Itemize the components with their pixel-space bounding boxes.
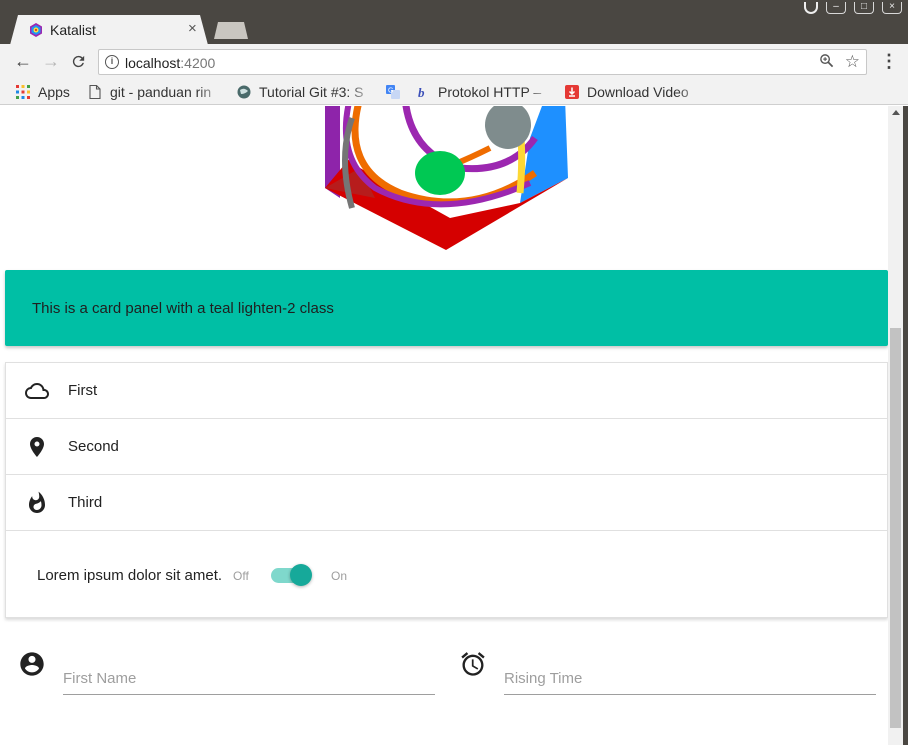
- profile-icon[interactable]: [804, 2, 818, 14]
- bookmark-star-icon[interactable]: ☆: [845, 52, 860, 72]
- katalist-favicon-icon: [30, 23, 42, 37]
- window-frame-edge: [903, 106, 908, 745]
- collection-item-first[interactable]: First: [6, 363, 887, 419]
- address-bar[interactable]: i localhost:4200 ☆: [98, 49, 867, 75]
- rising-time-input[interactable]: [504, 663, 876, 695]
- fire-icon: [29, 491, 45, 513]
- forward-arrow-icon[interactable]: →: [42, 52, 60, 70]
- bookmark-label: Apps: [38, 84, 70, 100]
- page-viewport: This is a card panel with a teal lighten…: [0, 106, 888, 745]
- close-window-icon[interactable]: ×: [882, 2, 902, 14]
- browser-titlebar: Katalist × – □ ×: [0, 0, 908, 45]
- collection-item-third[interactable]: Third: [6, 475, 887, 531]
- info-icon[interactable]: i: [105, 55, 119, 69]
- bookmarks-bar: Apps git - panduan rin Tutorial Git #3: …: [0, 80, 908, 105]
- collection-item-second[interactable]: Second: [6, 419, 887, 475]
- switch-toggle[interactable]: [290, 564, 312, 586]
- globe-icon: [237, 85, 251, 99]
- scrollbar-thumb[interactable]: [890, 328, 901, 728]
- zoom-icon[interactable]: [819, 53, 834, 68]
- browser-toolbar: ← → i localhost:4200 ☆ ⋮: [0, 44, 908, 80]
- tab-close-icon[interactable]: ×: [188, 20, 197, 37]
- collection-item-label: Second: [68, 438, 119, 455]
- menu-kebab-icon[interactable]: ⋮: [880, 52, 898, 70]
- collection-item-label: Third: [68, 494, 103, 511]
- bookmark-label: Tutorial Git #3: S: [259, 84, 364, 100]
- download-red-icon: [565, 85, 579, 99]
- bookmark-git-panduan[interactable]: git - panduan rin: [88, 82, 224, 102]
- rising-time-field: [459, 646, 879, 698]
- tab-title: Katalist: [50, 22, 96, 38]
- location-pin-icon: [30, 437, 44, 457]
- first-name-input[interactable]: [63, 663, 435, 695]
- katalist-logo: [325, 106, 568, 250]
- url-text[interactable]: localhost:4200: [125, 55, 215, 71]
- cloud-icon: [25, 383, 49, 399]
- bold-b-icon: b: [418, 85, 425, 99]
- bookmark-label: Protokol HTTP –: [438, 84, 542, 100]
- bookmark-tutorial-git[interactable]: Tutorial Git #3: S: [237, 82, 375, 102]
- bookmark-protokol-http[interactable]: b Protokol HTTP –: [416, 82, 554, 102]
- first-name-field: [18, 646, 438, 698]
- bookmark-apps[interactable]: Apps: [16, 82, 78, 102]
- card-panel: This is a card panel with a teal lighten…: [5, 270, 888, 346]
- svg-text:G: G: [388, 88, 393, 95]
- scroll-up-arrow-icon[interactable]: [892, 110, 900, 115]
- collection-item-label: First: [68, 382, 98, 399]
- apps-grid-icon: [16, 85, 30, 99]
- card-panel-text: This is a card panel with a teal lighten…: [32, 300, 334, 317]
- switch-on-label: On: [331, 569, 348, 583]
- bookmark-label: git - panduan rin: [110, 84, 212, 100]
- alarm-clock-icon: [461, 652, 485, 676]
- reload-icon[interactable]: [70, 53, 87, 70]
- translate-icon: G: [386, 85, 400, 99]
- switch-off-label: Off: [233, 569, 249, 583]
- switch-row: Lorem ipsum dolor sit amet. Off On: [6, 532, 887, 618]
- collection-list: First Second Third Lorem ipsum dolor sit…: [5, 362, 888, 618]
- window-controls: – □ ×: [804, 2, 902, 16]
- bookmark-label: Download Video: [587, 84, 689, 100]
- new-tab-button[interactable]: [214, 22, 248, 39]
- page-scrollbar[interactable]: [888, 106, 903, 745]
- svg-text:b: b: [418, 85, 425, 99]
- account-circle-icon: [20, 652, 44, 676]
- switch-label: Lorem ipsum dolor sit amet.: [37, 567, 223, 584]
- minimize-icon[interactable]: –: [826, 2, 846, 14]
- back-arrow-icon[interactable]: ←: [14, 52, 32, 70]
- page-icon: [89, 85, 101, 99]
- bookmark-translate[interactable]: G: [386, 82, 408, 102]
- maximize-icon[interactable]: □: [854, 2, 874, 14]
- browser-tab[interactable]: Katalist ×: [10, 15, 208, 45]
- bookmark-download-video[interactable]: Download Video: [565, 82, 705, 102]
